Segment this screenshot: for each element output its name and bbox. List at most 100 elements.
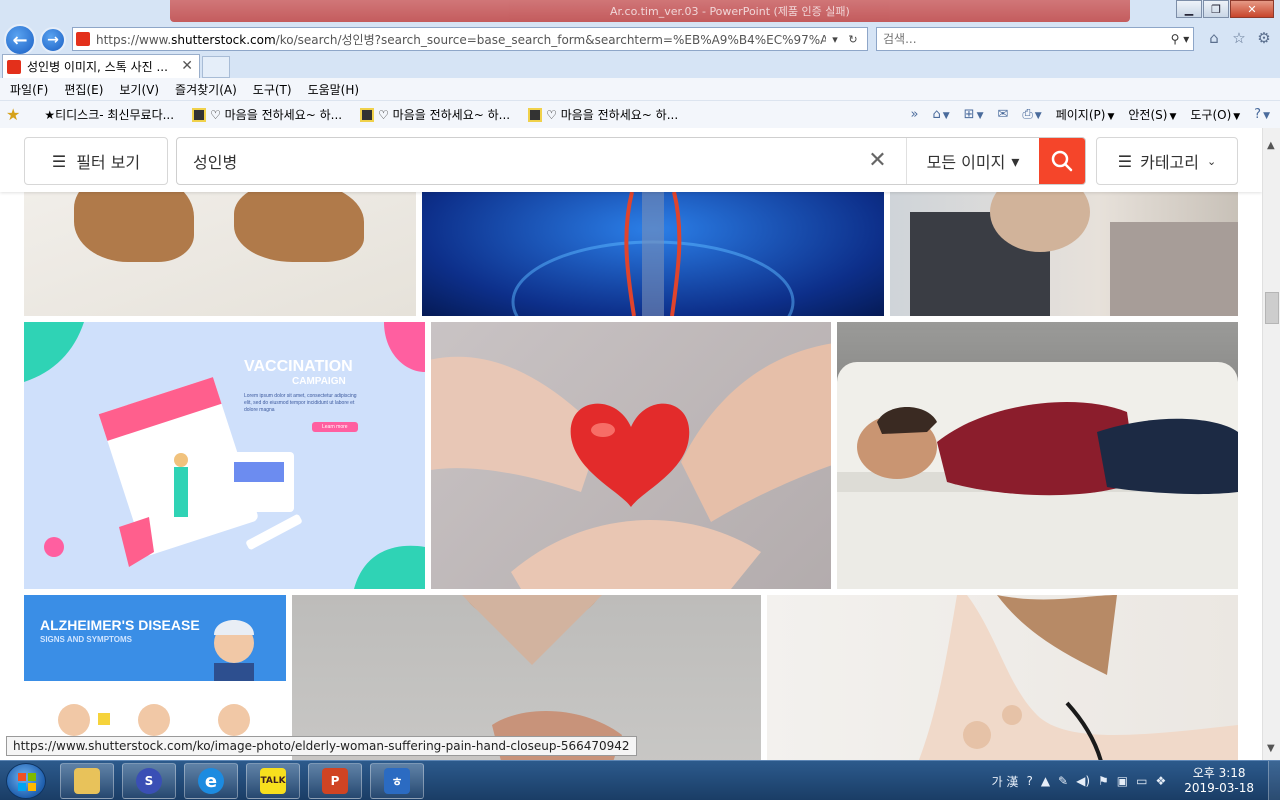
pen-icon[interactable]: ✎ [1058,774,1068,788]
new-tab-button[interactable] [202,56,230,78]
url-prefix: https://www. [96,32,172,47]
back-button[interactable]: ← [4,24,36,56]
start-button[interactable] [6,763,46,799]
filter-button-label: 필터 보기 [76,153,141,172]
image-man-stomach-pain-sofa[interactable] [837,322,1238,589]
browser-search-box[interactable]: ⚲ ▾ [876,27,1194,51]
chevron-down-icon: ⌄ [1207,154,1217,168]
category-label: 카테고리 [1140,153,1199,172]
mail-icon[interactable]: ✉ [997,107,1008,122]
favorites-add-icon[interactable]: ★ [6,105,20,124]
favorites-star-icon[interactable]: ☆ [1229,29,1249,49]
chevron-more-icon[interactable]: » [911,107,919,122]
filter-button[interactable]: ☰ 필터 보기 [24,137,168,185]
gear-icon[interactable]: ⚙ [1254,29,1274,49]
taskbar-hangul[interactable]: ㅎ [370,763,424,799]
tab-favicon-icon [7,59,21,74]
menu-help[interactable]: 도움말(H) [308,81,360,98]
ime-indicator[interactable]: 가 漢 [992,773,1019,790]
tools-menu[interactable]: 도구(O) ▼ [1190,106,1240,123]
volume-icon[interactable]: ◀) [1076,774,1090,788]
browser-search-input[interactable] [883,32,1167,46]
clock[interactable]: 오후 3:18 2019-03-18 [1184,766,1254,796]
favorite-link[interactable]: ♡ 마음을 전하세요~ 하... [360,106,510,123]
heart-hands-art [431,343,831,589]
image-skin-condition-shoulder[interactable] [767,595,1238,760]
tab-close-icon[interactable]: ✕ [181,58,193,74]
favorite-link[interactable]: ♡ 마음을 전하세요~ 하... [528,106,678,123]
shutterstock-search-header: ☰ 필터 보기 ✕ 모든 이미지 ▾ ☰ 카테고리 ⌄ [0,128,1262,192]
image-search-input[interactable] [177,138,849,184]
image-elderly-couple[interactable] [890,192,1238,316]
status-link-tooltip: https://www.shutterstock.com/ko/image-ph… [6,736,637,756]
refresh-icon[interactable]: ↻ [844,33,862,46]
list-icon: ☰ [1117,151,1133,171]
menu-view[interactable]: 보기(V) [119,81,159,98]
image-type-dropdown[interactable]: 모든 이미지 ▾ [907,149,1039,173]
print-icon[interactable]: ⎙ ▼ [1022,107,1041,122]
flag-icon[interactable]: ⚑ [1098,774,1109,788]
url-domain: shutterstock.com [171,32,276,47]
taskbar-explorer[interactable] [60,763,114,799]
url-path: /ko/search/성인병?search_source=base_search… [275,32,826,47]
image-vaccination-campaign[interactable]: VACCINATION CAMPAIGN Lorem ipsum dolor s… [24,322,425,589]
sofa-art [837,362,1238,589]
menu-favorites[interactable]: 즐겨찾기(A) [175,81,237,98]
image-hands-holding-heart[interactable] [431,322,831,589]
device-icon[interactable]: ▣ [1117,774,1128,788]
forward-button[interactable]: → [40,27,66,53]
close-button[interactable]: ✕ [1230,0,1274,18]
hand-shape [74,192,194,262]
search-dropdown-icon[interactable]: ⚲ ▾ [1167,32,1193,46]
favorite-link[interactable]: ★티디스크- 최신무료다... [44,106,174,123]
restore-button[interactable]: ❐ [1203,0,1229,18]
menu-edit[interactable]: 편집(E) [64,81,103,98]
address-bar[interactable]: https://www.shutterstock.com/ko/search/성… [72,27,868,51]
category-button[interactable]: ☰ 카테고리 ⌄ [1096,137,1238,185]
network-icon[interactable]: ▭ [1136,774,1147,788]
minimize-button[interactable]: ▁ [1176,0,1202,18]
address-dropdown-icon[interactable]: ▾ [826,33,844,46]
taskbar-kakaotalk[interactable]: TALK [246,763,300,799]
rss-feed-icon[interactable]: ⊞ ▼ [964,107,984,122]
taskbar-powerpoint[interactable]: P [308,763,362,799]
taskbar-orbit[interactable]: S [122,763,176,799]
scroll-up-icon[interactable]: ▲ [1267,140,1275,151]
show-desktop-button[interactable] [1268,761,1280,800]
tools-menu-label: 도구(O) [1190,107,1232,122]
help-icon[interactable]: ? ▼ [1254,107,1270,122]
help-icon[interactable]: ? [1026,774,1032,788]
home-icon[interactable]: ⌂ ▼ [932,107,949,122]
page-menu[interactable]: 페이지(P) ▼ [1056,106,1115,123]
clear-search-icon[interactable]: ✕ [849,138,907,184]
favorite-label: ♡ 마음을 전하세요~ 하... [378,108,511,122]
vaccination-body: Lorem ipsum dolor sit amet, consectetur … [244,393,357,413]
vaccination-subtitle: CAMPAIGN [292,376,346,387]
menu-tools[interactable]: 도구(T) [253,81,292,98]
home-icon[interactable]: ⌂ [1204,29,1224,49]
safety-menu[interactable]: 안전(S) ▼ [1128,106,1176,123]
clock-date: 2019-03-18 [1184,781,1254,795]
search-submit-button[interactable] [1039,138,1085,184]
favorite-page-icon [528,107,543,122]
favorite-label: ♡ 마음을 전하세요~ 하... [210,108,343,122]
image-spine-xray[interactable] [422,192,884,316]
favorite-label: ★티디스크- 최신무료다... [44,108,175,122]
skin-art [918,595,1238,760]
page-scrollbar[interactable]: ▲ ▼ [1262,128,1280,760]
address-url[interactable]: https://www.shutterstock.com/ko/search/성… [96,31,826,48]
scroll-down-icon[interactable]: ▼ [1267,743,1275,754]
tray-expand-icon[interactable]: ▲ [1041,774,1050,788]
favorite-link[interactable]: ♡ 마음을 전하세요~ 하... [192,106,342,123]
menu-file[interactable]: 파일(F) [10,81,48,98]
search-icon [1051,150,1073,172]
taskbar-internet-explorer[interactable]: e [184,763,238,799]
page-menu-label: 페이지(P) [1055,107,1106,122]
browser-chrome: Ar.co.tim_ver.03 - PowerPoint (제품 인증 실패)… [0,0,1280,128]
favorite-page-icon [360,107,375,122]
image-search-bar: ✕ 모든 이미지 ▾ [176,137,1086,185]
tab-shutterstock[interactable]: 성인병 이미지, 스톡 사진 ... ✕ [2,54,200,78]
scrollbar-thumb[interactable] [1265,292,1279,324]
dropbox-icon[interactable]: ❖ [1155,774,1166,788]
image-elderly-hands[interactable] [24,192,416,316]
